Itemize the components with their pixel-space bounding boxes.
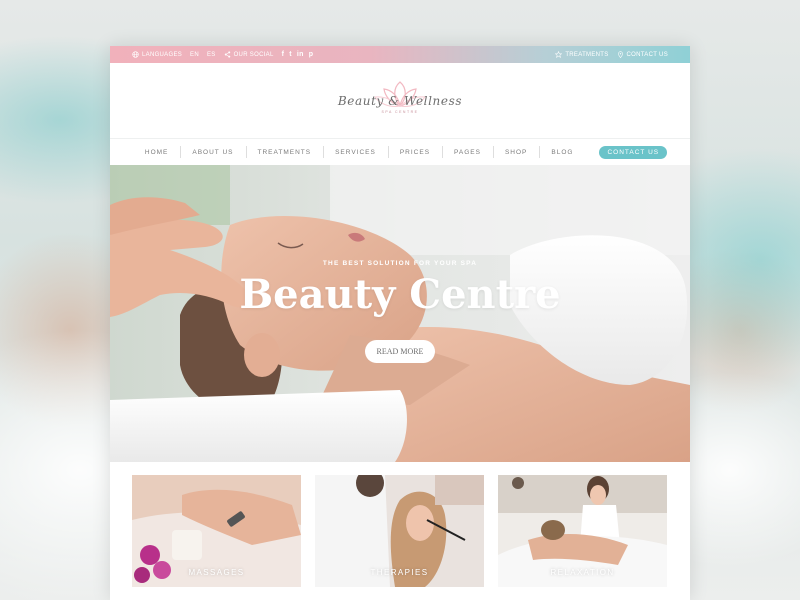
language-es[interactable]: ES: [207, 52, 216, 58]
hero-slider: THE BEST SOLUTION FOR YOUR SPA Beauty Ce…: [110, 165, 690, 462]
card-massages[interactable]: MASSAGES: [132, 475, 301, 587]
languages-label: LANGUAGES: [142, 51, 183, 58]
nav-item-services[interactable]: SERVICES: [323, 145, 388, 158]
share-icon: [224, 51, 230, 58]
nav-item-pages[interactable]: PAGES: [442, 145, 493, 158]
facebook-icon[interactable]: f: [282, 51, 285, 58]
card-label-therapies: THERAPIES: [370, 568, 429, 577]
card-label-relaxation: RELAXATION: [550, 568, 615, 577]
star-icon: [555, 51, 563, 58]
card-relaxation[interactable]: RELAXATION: [498, 475, 667, 587]
logo-subtitle: SPA CENTRE: [381, 109, 419, 114]
nav-item-about-us[interactable]: ABOUT US: [180, 145, 245, 158]
language-en[interactable]: EN: [190, 52, 199, 58]
contact-link-label: CONTACT US: [626, 51, 668, 58]
main-navigation: HOME ABOUT US TREATMENTS SERVICES PRICES…: [110, 138, 690, 166]
contact-us-button[interactable]: CONTACT US: [599, 145, 668, 159]
twitter-icon[interactable]: t: [289, 51, 292, 58]
site-logo[interactable]: Beauty & Wellness SPA CENTRE: [315, 76, 485, 126]
site-header: Beauty & Wellness SPA CENTRE: [110, 63, 690, 138]
treatments-link[interactable]: TREATMENTS: [555, 51, 608, 58]
treatments-link-label: TREATMENTS: [565, 51, 609, 58]
website-preview: LANGUAGES EN ES OUR SOCIAL f t in p TREA…: [110, 46, 690, 600]
nav-item-prices[interactable]: PRICES: [387, 145, 442, 158]
social-links: f t in p: [282, 51, 314, 58]
hero-title: Beauty Centre: [239, 271, 561, 318]
map-pin-icon: [617, 51, 623, 58]
hero-content: THE BEST SOLUTION FOR YOUR SPA Beauty Ce…: [110, 260, 690, 363]
pinterest-icon[interactable]: p: [309, 51, 314, 58]
read-more-button[interactable]: READ MORE: [364, 340, 436, 363]
service-cards: MASSAGES THERAPIES RELAXATION: [132, 475, 667, 588]
our-social-label: OUR SOCIAL: [233, 51, 274, 58]
logo-title: Beauty & Wellness: [337, 93, 463, 108]
nav-item-treatments[interactable]: TREATMENTS: [245, 145, 324, 158]
linkedin-icon[interactable]: in: [297, 51, 304, 58]
globe-icon: [132, 51, 139, 58]
contact-link[interactable]: CONTACT US: [617, 51, 668, 58]
our-social-menu[interactable]: OUR SOCIAL: [224, 51, 274, 58]
hero-kicker: THE BEST SOLUTION FOR YOUR SPA: [322, 260, 478, 267]
nav-item-shop[interactable]: SHOP: [492, 145, 539, 158]
card-therapies[interactable]: THERAPIES: [315, 475, 484, 587]
languages-menu[interactable]: LANGUAGES: [132, 51, 182, 58]
card-label-massages: MASSAGES: [188, 568, 245, 577]
nav-item-blog[interactable]: BLOG: [539, 145, 585, 158]
top-bar: LANGUAGES EN ES OUR SOCIAL f t in p TREA…: [110, 46, 690, 63]
nav-item-home[interactable]: HOME: [133, 149, 181, 156]
